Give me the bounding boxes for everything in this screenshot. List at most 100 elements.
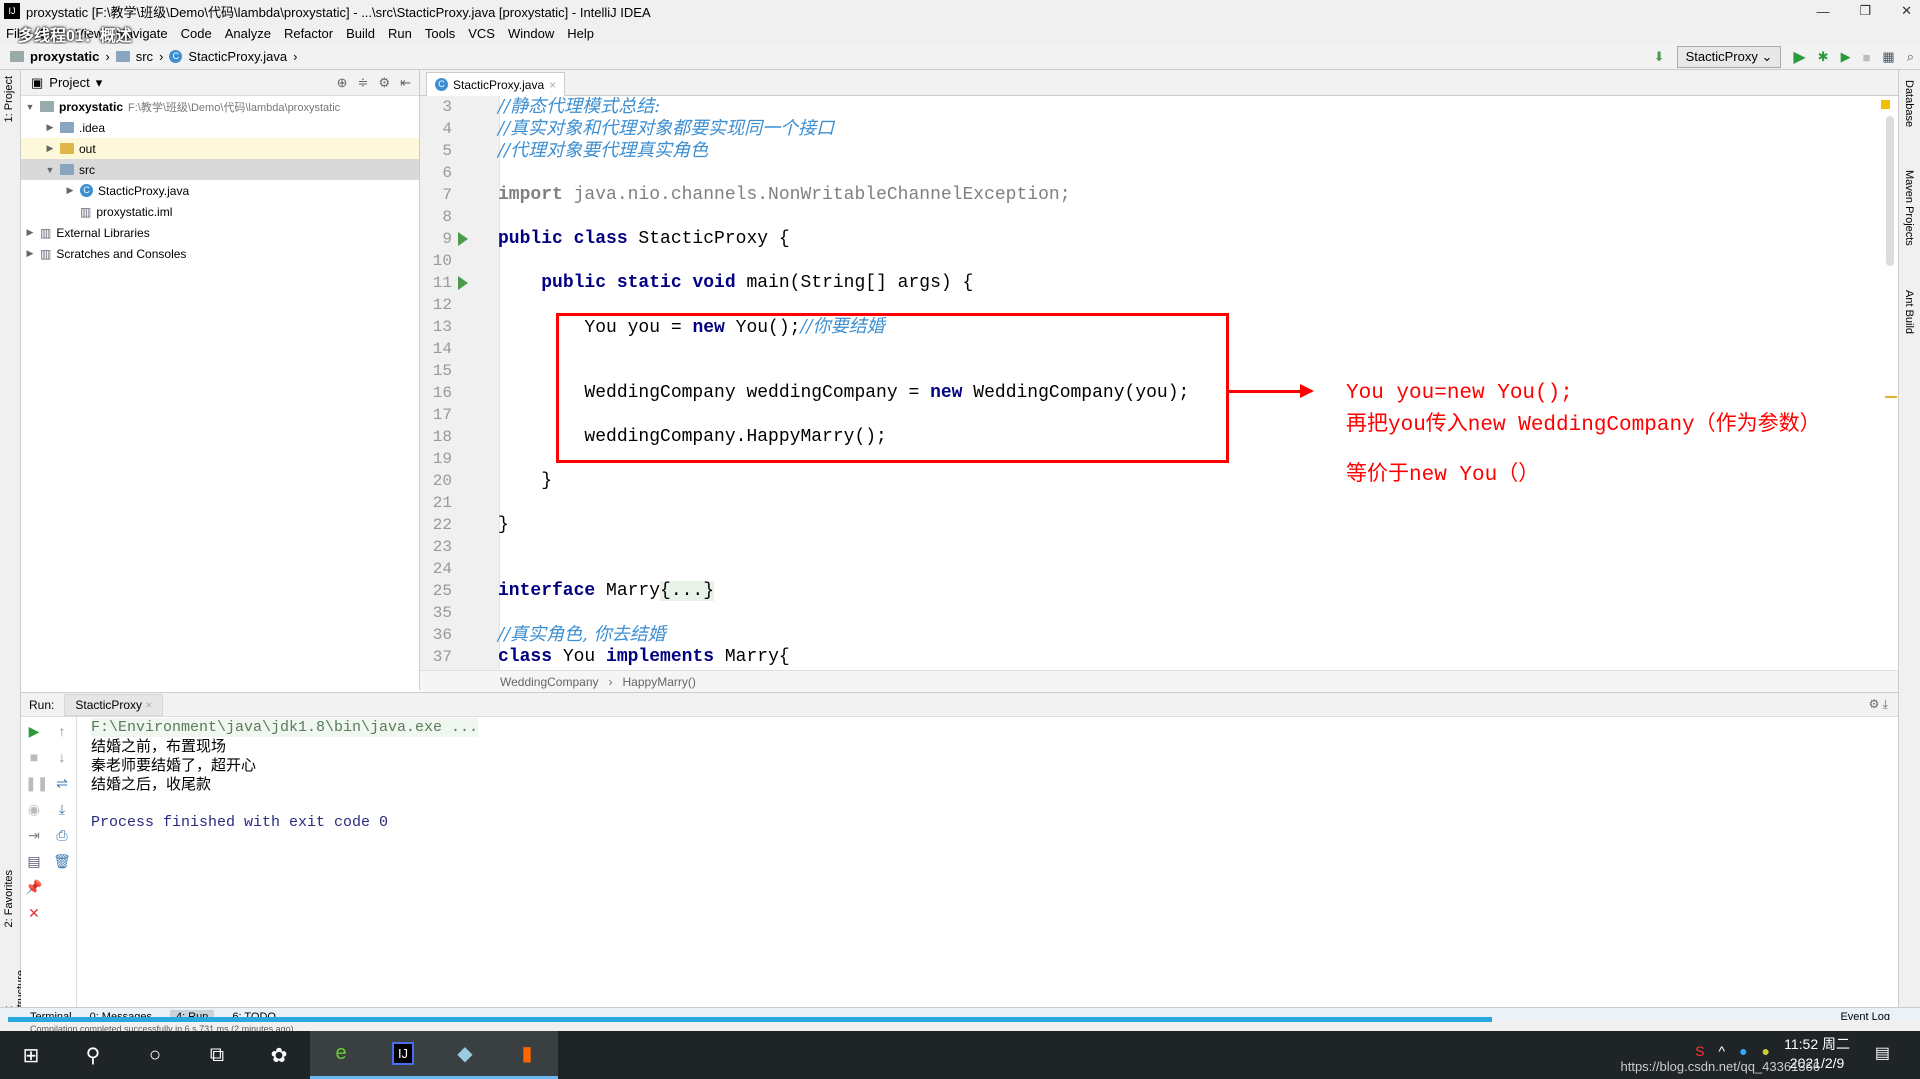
stop-icon[interactable]: ■ [25,749,43,765]
locate-icon[interactable]: ⊕ [337,75,348,91]
build-icon[interactable]: ⬇ [1654,49,1665,65]
menu-refactor[interactable]: Refactor [284,26,333,41]
tree-item-label: Scratches and Consoles [56,246,187,261]
print-icon[interactable]: ⎙ [53,827,71,844]
breadcrumb-method[interactable]: HappyMarry() [623,675,696,689]
editor-scrollbar[interactable] [1886,116,1894,266]
layout-icon[interactable]: ▤ [25,853,43,870]
tree-item[interactable]: ▶ ▥ External Libraries [21,222,419,243]
recorder-icon[interactable]: ▮ [496,1031,558,1079]
line-number: 23 [432,538,452,556]
maven-tool-button[interactable]: Maven Projects [1903,170,1915,246]
app-icon[interactable]: ✿ [248,1031,310,1079]
expand-arrow-icon[interactable]: ▶ [45,143,55,154]
clear-icon[interactable]: 🗑 [53,853,71,870]
tree-item[interactable]: ▶ ▥ Scratches and Consoles [21,243,419,264]
settings-icon[interactable]: ⚙ [378,75,390,91]
database-tool-button[interactable]: Database [1903,80,1915,127]
console-line: 结婚之前，布置现场 [91,738,227,755]
start-icon[interactable]: ⊞ [0,1031,62,1079]
menu-tools[interactable]: Tools [425,26,455,41]
maximize-button[interactable]: ❐ [1859,3,1871,19]
rerun-icon[interactable]: ▶ [25,723,43,740]
search-icon[interactable]: ⌕ [1907,49,1914,65]
run-panel: Run: StacticProxy × ⚙ ⤓ ▶ ■ ❚❚ ◉ ⇥ ▤ 📌 ✕ … [21,692,1898,1008]
run-tab[interactable]: StacticProxy × [64,693,164,716]
breadcrumb-class[interactable]: WeddingCompany [500,675,599,689]
tree-item[interactable]: ▶ C StacticProxy.java [21,180,419,201]
pin-icon[interactable]: 📌 [25,879,43,896]
debug-icon[interactable]: ✱ [1818,49,1829,65]
tab-stacticproxy[interactable]: C StacticProxy.java × [426,72,566,96]
soft-wrap-icon[interactable]: ⇌ [53,775,71,792]
project-structure-icon[interactable]: ▦ [1882,49,1894,65]
stop-icon[interactable]: ■ [1863,50,1871,65]
menu-build[interactable]: Build [346,26,375,41]
tree-item[interactable]: ▶ .idea [21,117,419,138]
line-number: 6 [442,164,452,182]
menu-run[interactable]: Run [388,26,412,41]
menu-window[interactable]: Window [508,26,554,41]
project-view-select[interactable]: Project [49,75,89,90]
menu-code[interactable]: Code [181,26,212,41]
scroll-to-end-icon[interactable]: ⤓ [53,801,71,818]
menu-vcs[interactable]: VCS [468,26,495,41]
system-tray[interactable]: S ^ ● ● [1695,1043,1770,1059]
expand-arrow-icon[interactable]: ▼ [45,165,55,175]
code-line: //代理对象要代理真实角色 [498,140,709,161]
close-button[interactable]: ✕ [1901,3,1912,19]
collapse-icon[interactable]: ≑ [358,75,369,91]
crumb-file[interactable]: StacticProxy.java [188,49,287,64]
expand-arrow-icon[interactable]: ▶ [45,122,55,133]
run-icon[interactable]: ▶ [1793,47,1805,67]
exit-icon[interactable]: ⇥ [25,827,43,844]
run-settings-icon[interactable]: ⚙ ⤓ [1869,697,1888,712]
code-line: interface Marry{...} [498,581,715,601]
crumb-project[interactable]: proxystatic [30,49,99,64]
cortana-icon[interactable]: ○ [124,1031,186,1079]
console-line: Process finished with exit code 0 [91,814,389,831]
line-number: 35 [432,604,452,622]
tree-item[interactable]: ▥ proxystatic.iml [21,201,419,222]
intellij-icon[interactable]: IJ [372,1031,434,1079]
tree-item[interactable]: ▶ out [21,138,419,159]
pause-icon[interactable]: ❚❚ [25,775,48,792]
line-number: 4 [442,120,452,138]
minimize-button[interactable]: — [1816,4,1829,19]
menu-analyze[interactable]: Analyze [225,26,271,41]
line-number: 21 [432,494,452,512]
line-number: 24 [432,560,452,578]
expand-arrow-icon[interactable]: ▶ [25,227,35,238]
tree-item[interactable]: ▼ src [21,159,419,180]
expand-arrow-icon[interactable]: ▶ [65,185,75,196]
console-output[interactable]: F:\Environment\java\jdk1.8\bin\java.exe … [91,717,479,832]
run-gutter-icon[interactable] [458,276,468,290]
coverage-icon[interactable]: ▶ [1841,49,1851,65]
up-icon[interactable]: ↑ [53,723,71,739]
expand-arrow-icon[interactable]: ▶ [25,248,35,259]
line-number: 8 [442,208,452,226]
task-view-icon[interactable]: ⧉ [186,1031,248,1079]
hide-icon[interactable]: ⇤ [400,75,411,91]
notification-icon[interactable]: ▤ [1875,1043,1890,1063]
menu-help[interactable]: Help [567,26,594,41]
close-run-icon[interactable]: ✕ [25,905,43,922]
run-gutter-icon[interactable] [458,232,468,246]
down-icon[interactable]: ↓ [53,749,71,765]
tree-item[interactable]: ▼ proxystatic F:\教学\班级\Demo\代码\lambda\prox… [21,96,419,117]
crumb-src[interactable]: src [136,49,153,64]
dump-threads-icon[interactable]: ◉ [25,801,43,818]
inspection-status-icon[interactable] [1881,100,1890,109]
close-tab-icon[interactable]: × [549,78,556,92]
browser-icon[interactable]: e [310,1031,372,1079]
notes-icon[interactable]: ◆ [434,1031,496,1079]
expand-arrow-icon[interactable]: ▼ [25,102,35,112]
project-tool-button[interactable]: 1: Project [3,76,15,122]
favorites-tool-button[interactable]: 2: Favorites [3,870,15,927]
run-config-select[interactable]: StacticProxy ⌄ [1676,46,1782,68]
progress-bar [8,1017,1492,1022]
line-number: 7 [442,186,452,204]
ant-tool-button[interactable]: Ant Build [1903,290,1915,334]
search-icon[interactable]: ⚲ [62,1031,124,1079]
annotation-line-3: 等价于new You（） [1346,464,1540,487]
